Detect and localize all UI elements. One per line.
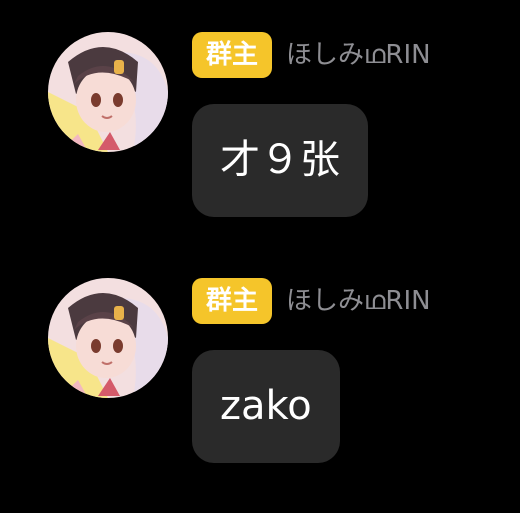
avatar[interactable] <box>48 278 168 398</box>
message-bubble[interactable]: 才９张 <box>192 104 368 217</box>
sender-name[interactable]: ほしみഥRIN <box>286 278 431 324</box>
message-bubble[interactable]: zako <box>192 350 340 463</box>
message-meta: 群主 ほしみഥRIN <box>192 32 431 78</box>
role-badge: 群主 <box>192 278 273 324</box>
role-badge: 群主 <box>192 32 273 78</box>
avatar[interactable] <box>48 32 168 152</box>
sender-name[interactable]: ほしみഥRIN <box>286 32 431 78</box>
avatar-image <box>48 32 168 152</box>
message-meta: 群主 ほしみഥRIN <box>192 278 431 324</box>
avatar-image <box>48 278 168 398</box>
